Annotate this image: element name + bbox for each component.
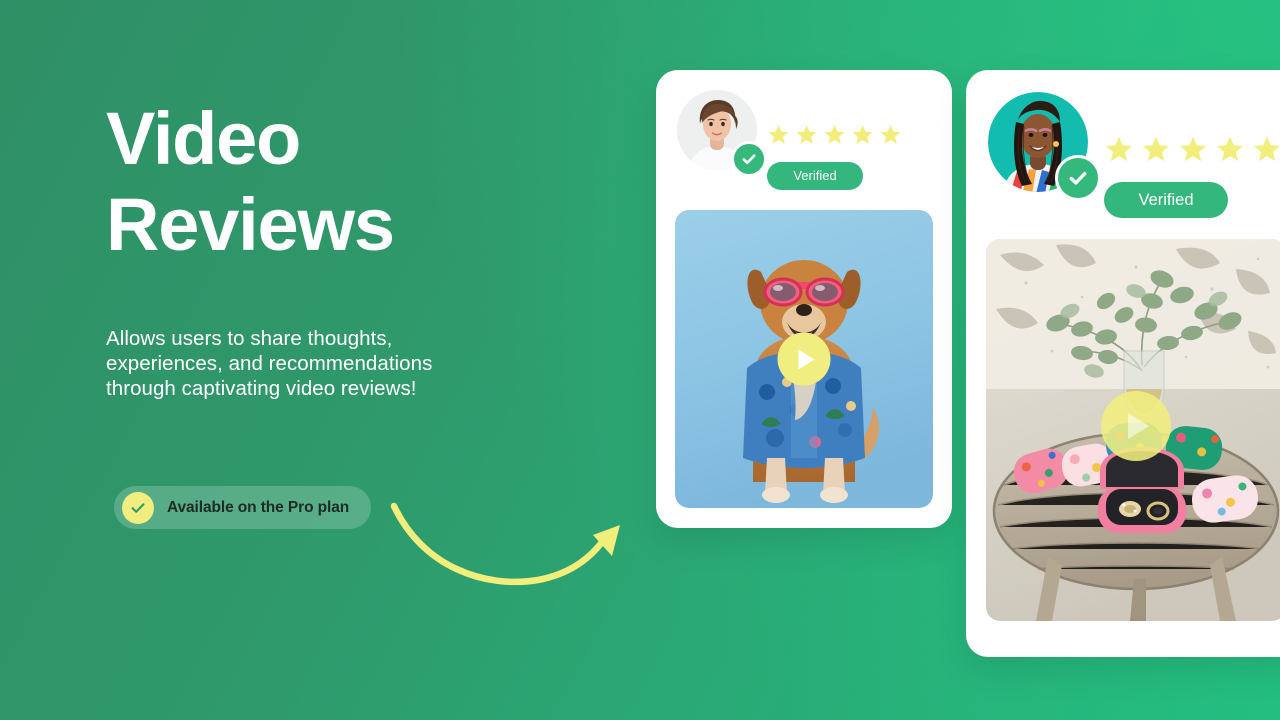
avatar-wrapper — [988, 92, 1101, 201]
star-icon — [1106, 136, 1132, 161]
verified-badge: Verified — [767, 162, 863, 190]
video-thumbnail[interactable] — [675, 210, 933, 508]
page-title: Video Reviews — [106, 97, 395, 266]
star-icon — [880, 125, 901, 144]
video-thumbnail[interactable] — [986, 239, 1280, 621]
check-badge-icon — [731, 141, 767, 177]
play-triangle-icon — [798, 349, 814, 369]
page-description: Allows users to share thoughts, experien… — [106, 327, 433, 400]
avatar-wrapper — [677, 90, 767, 177]
star-icon — [796, 125, 817, 144]
curved-arrow-icon — [390, 502, 620, 586]
play-button[interactable] — [777, 332, 831, 386]
star-icon — [768, 125, 789, 144]
hero-text-block: Video Reviews Allows users to share thou… — [106, 96, 626, 401]
review-card-header: Verified — [656, 70, 952, 190]
star-icon — [852, 125, 873, 144]
review-card[interactable]: Verified — [656, 70, 952, 528]
check-badge-icon — [1055, 155, 1101, 201]
review-card[interactable]: Verified — [966, 70, 1280, 657]
star-icon — [1217, 136, 1243, 161]
star-rating — [1104, 134, 1280, 164]
rating-and-status: Verified — [767, 90, 902, 190]
star-icon — [1180, 136, 1206, 161]
star-icon — [1143, 136, 1169, 161]
verified-badge: Verified — [1104, 182, 1228, 218]
plan-badge-label: Available on the Pro plan — [167, 498, 350, 516]
check-circle-icon — [122, 491, 154, 524]
slide-canvas: Video Reviews Allows users to share thou… — [0, 0, 1280, 720]
play-triangle-icon — [1128, 413, 1149, 440]
plan-availability-badge: Available on the Pro plan — [114, 486, 372, 529]
rating-and-status: Verified — [1104, 92, 1280, 218]
star-icon — [824, 125, 845, 144]
review-card-header: Verified — [966, 70, 1280, 218]
star-icon — [1254, 136, 1280, 161]
star-rating — [767, 123, 902, 146]
play-button[interactable] — [1101, 391, 1171, 462]
